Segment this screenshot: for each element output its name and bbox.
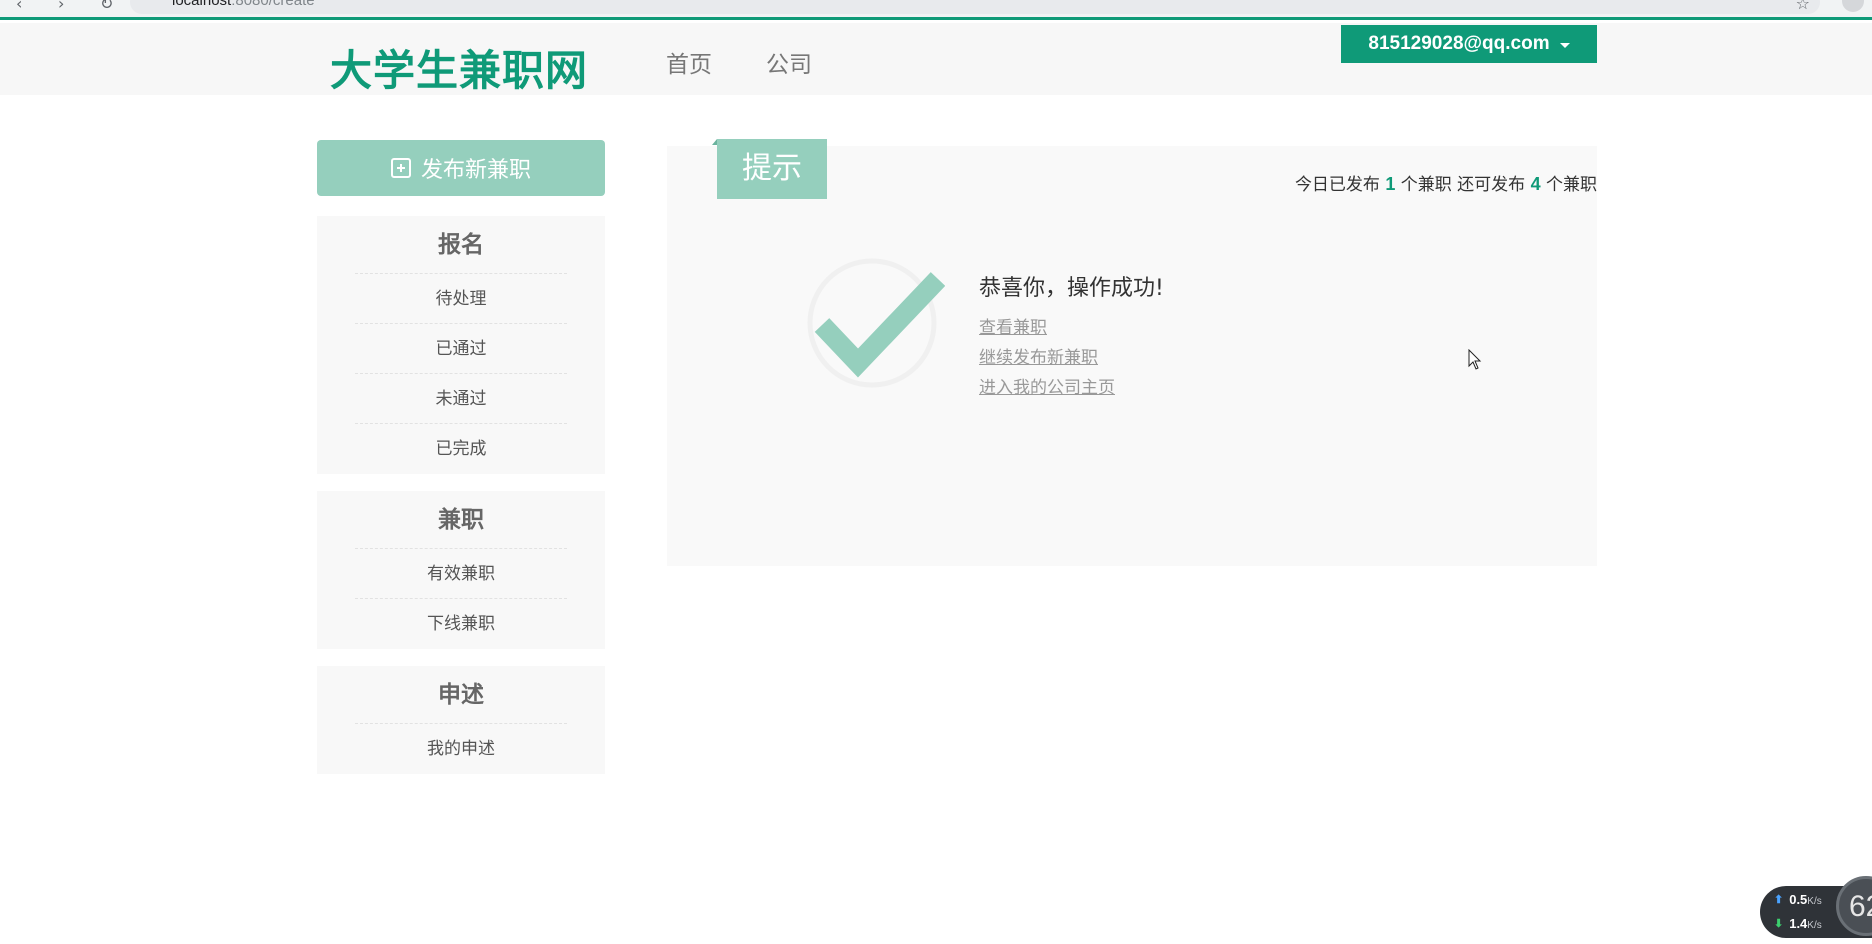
user-email: 815129028@qq.com — [1368, 33, 1550, 54]
sidebar-item-completed[interactable]: 已完成 — [355, 424, 567, 474]
quota-published-count: 1 — [1385, 174, 1396, 194]
nav-company[interactable]: 公司 — [766, 45, 812, 79]
sidebar-group-applications: 报名 待处理 已通过 未通过 已完成 — [317, 216, 605, 474]
success-check-icon — [807, 258, 945, 388]
company-home-link[interactable]: 进入我的公司主页 — [979, 373, 1115, 398]
nav-home[interactable]: 首页 — [666, 45, 712, 79]
forward-icon[interactable]: › — [58, 0, 64, 13]
download-speed: ⬇ 1.4K/s — [1774, 916, 1822, 931]
arrow-down-icon: ⬇ — [1774, 918, 1784, 930]
quota-remaining-count: 4 — [1530, 174, 1541, 194]
reload-icon[interactable]: ↻ — [100, 0, 113, 13]
quota-prefix: 今日已发布 — [1294, 175, 1380, 195]
sidebar-group-title: 报名 — [355, 216, 567, 274]
continue-publish-link[interactable]: 继续发布新兼职 — [979, 343, 1098, 368]
sidebar-group-title: 申述 — [355, 666, 567, 724]
success-message: 恭喜你，操作成功! — [979, 276, 1164, 301]
sidebar-group-appeals: 申述 我的申述 — [317, 666, 605, 774]
mouse-cursor-icon — [1468, 349, 1482, 370]
address-bar[interactable] — [130, 0, 1820, 14]
upload-speed: ⬆ 0.5K/s — [1774, 892, 1822, 907]
back-icon[interactable]: ‹ — [16, 0, 22, 13]
quota-line: 今日已发布 1 个兼职 还可发布 4 个兼职 — [25, 170, 1597, 195]
quota-suffix: 个兼职 — [1546, 175, 1597, 195]
user-menu-button[interactable]: 815129028@qq.com — [1341, 25, 1597, 63]
sidebar-group-jobs: 兼职 有效兼职 下线兼职 — [317, 491, 605, 649]
site-logo[interactable]: 大学生兼职网 — [330, 37, 588, 98]
sidebar-group-title: 兼职 — [355, 491, 567, 549]
sidebar-item-approved[interactable]: 已通过 — [355, 324, 567, 374]
browser-toolbar: ‹ › ↻ localhost:8080/create ☆ — [0, 0, 1872, 20]
arrow-up-icon: ⬆ — [1774, 894, 1784, 906]
sidebar-item-active-jobs[interactable]: 有效兼职 — [355, 549, 567, 599]
url-text[interactable]: localhost:8080/create — [172, 0, 315, 9]
sidebar-item-rejected[interactable]: 未通过 — [355, 374, 567, 424]
caret-down-icon — [1559, 42, 1570, 48]
sidebar-item-pending[interactable]: 待处理 — [355, 274, 567, 324]
sidebar-item-my-appeals[interactable]: 我的申述 — [355, 724, 567, 774]
bookmark-star-icon[interactable]: ☆ — [1796, 0, 1810, 13]
sidebar-item-offline-jobs[interactable]: 下线兼职 — [355, 599, 567, 649]
view-jobs-link[interactable]: 查看兼职 — [979, 313, 1047, 338]
quota-middle: 个兼职 还可发布 — [1400, 175, 1526, 195]
profile-icon[interactable] — [1842, 0, 1864, 12]
site-header: 大学生兼职网 首页 公司 815129028@qq.com — [0, 23, 1872, 95]
